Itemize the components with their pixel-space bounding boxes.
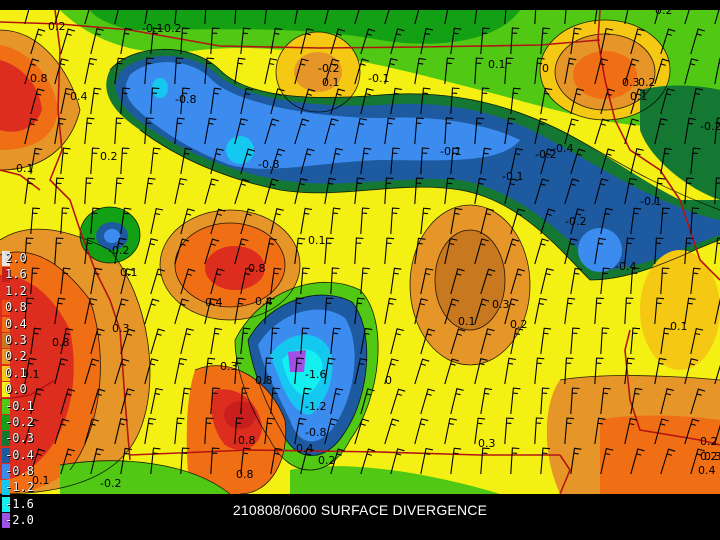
legend-item: 0.3	[0, 332, 40, 348]
legend-label: -0.8	[5, 464, 34, 479]
contour-label: -0.4	[615, 260, 636, 273]
contour-label: 0.3	[704, 450, 720, 463]
legend-label: 0.3	[5, 332, 27, 347]
legend-label: 0.2	[5, 349, 27, 364]
map-title: 210808/0600 SURFACE DIVERGENCE	[232, 502, 488, 518]
legend-label: 0.1	[5, 365, 27, 380]
contour-label: -0.8	[175, 93, 196, 106]
legend-item: 1.6	[0, 266, 40, 283]
legend-label: -1.2	[5, 480, 34, 495]
contour-label: -0.2	[160, 22, 181, 35]
contour-label: -0.1	[368, 72, 389, 85]
legend-item: 0.2	[0, 348, 40, 365]
legend-label: -0.3	[5, 431, 34, 446]
legend-label: 0.0	[5, 382, 27, 397]
contour-label: 0.3	[478, 437, 496, 450]
contour-label: 0.1	[308, 234, 326, 247]
contour-label: -0.1	[12, 162, 33, 175]
contour-label: 0.1	[630, 90, 648, 103]
contour-label: 0.8	[30, 72, 48, 85]
contour-label: 0.8	[248, 262, 266, 275]
legend-label: -0.1	[5, 398, 34, 413]
legend-item: 0.8	[0, 299, 40, 316]
contour-label: 0.4	[698, 464, 716, 477]
color-legend: 2.0 1.6 1.2 0.8 0.4 0.3 0.2 0.1 0.0 -0.1 -0.2 -0.3-…	[0, 250, 40, 529]
contour-label: -0.2	[108, 244, 129, 257]
contour-label: -1.2	[305, 400, 326, 413]
contour-label: 0.2	[318, 454, 336, 467]
legend-label: -0.4	[5, 447, 34, 462]
contour-label: -0.2	[700, 120, 720, 133]
legend-label: 1.2	[5, 283, 27, 298]
contour-label: 0.1	[458, 315, 476, 328]
legend-item: -0.4	[0, 447, 40, 463]
legend-label: -0.2	[5, 414, 34, 429]
contour-label: 0.2	[510, 318, 528, 331]
legend-label: 0.8	[5, 300, 27, 315]
contour-label: 0.8	[238, 434, 256, 447]
legend-label: 1.6	[5, 267, 27, 282]
contour-label: -0.2	[565, 215, 586, 228]
contour-label: 0.3	[622, 76, 640, 89]
legend-label: 2.0	[5, 251, 27, 265]
divergence-map: 0.2 -0.1-0.20.80.4 -0.8-0.20.1 -0.10.1 00.30…	[0, 0, 720, 540]
legend-label: 0.4	[5, 316, 27, 331]
contour-label: 0.4	[205, 296, 223, 309]
legend-item: -0.1	[0, 398, 40, 414]
contour-label: -0.1	[502, 170, 523, 183]
legend-item: -0.3	[0, 430, 40, 447]
contour-label: 0.8	[236, 468, 254, 481]
contour-label: 0	[385, 374, 392, 387]
contour-label: 0.2	[700, 435, 718, 448]
contour-label: 0.3	[220, 360, 238, 373]
contour-label: 0.1	[322, 76, 340, 89]
contour-label: 0.2	[48, 20, 66, 33]
legend-item: 0.4	[0, 316, 40, 332]
contour-label: 0.1	[488, 58, 506, 71]
contour-label: 0.1	[670, 320, 688, 333]
contour-label: 0.8	[255, 374, 273, 387]
legend-item: 2.0	[0, 250, 40, 266]
legend-item: 0.1	[0, 365, 40, 381]
legend-item: 1.2	[0, 283, 40, 299]
contour-label: 0.4	[255, 295, 273, 308]
contour-label: 0.4	[70, 90, 88, 103]
contour-label: -0.2	[318, 62, 339, 75]
legend-item: -0.8	[0, 463, 40, 480]
contour-label: -0.2	[100, 477, 121, 490]
contour-label: -0.1	[440, 145, 461, 158]
contour-label: 0.2	[100, 150, 118, 163]
contour-label: -0.2	[535, 148, 556, 161]
contour-label: -0.8	[305, 426, 326, 439]
contour-label: 0.2	[655, 4, 673, 17]
contour-label: 0.2	[638, 76, 656, 89]
contour-label: 0.1	[120, 266, 138, 279]
legend-item: 0.0	[0, 381, 40, 398]
contour-label: 0.4	[296, 442, 314, 455]
contour-label: -1.6	[305, 368, 326, 381]
contour-label: -0.1	[640, 195, 661, 208]
contour-label: -0.8	[258, 158, 279, 171]
contour-label: 0.8	[52, 336, 70, 349]
contour-label: 0.3	[112, 322, 130, 335]
contour-label: 0.3	[492, 298, 510, 311]
legend-item: -0.2	[0, 414, 40, 430]
contour-label: 0	[542, 62, 549, 75]
legend-item: -1.2	[0, 479, 40, 496]
